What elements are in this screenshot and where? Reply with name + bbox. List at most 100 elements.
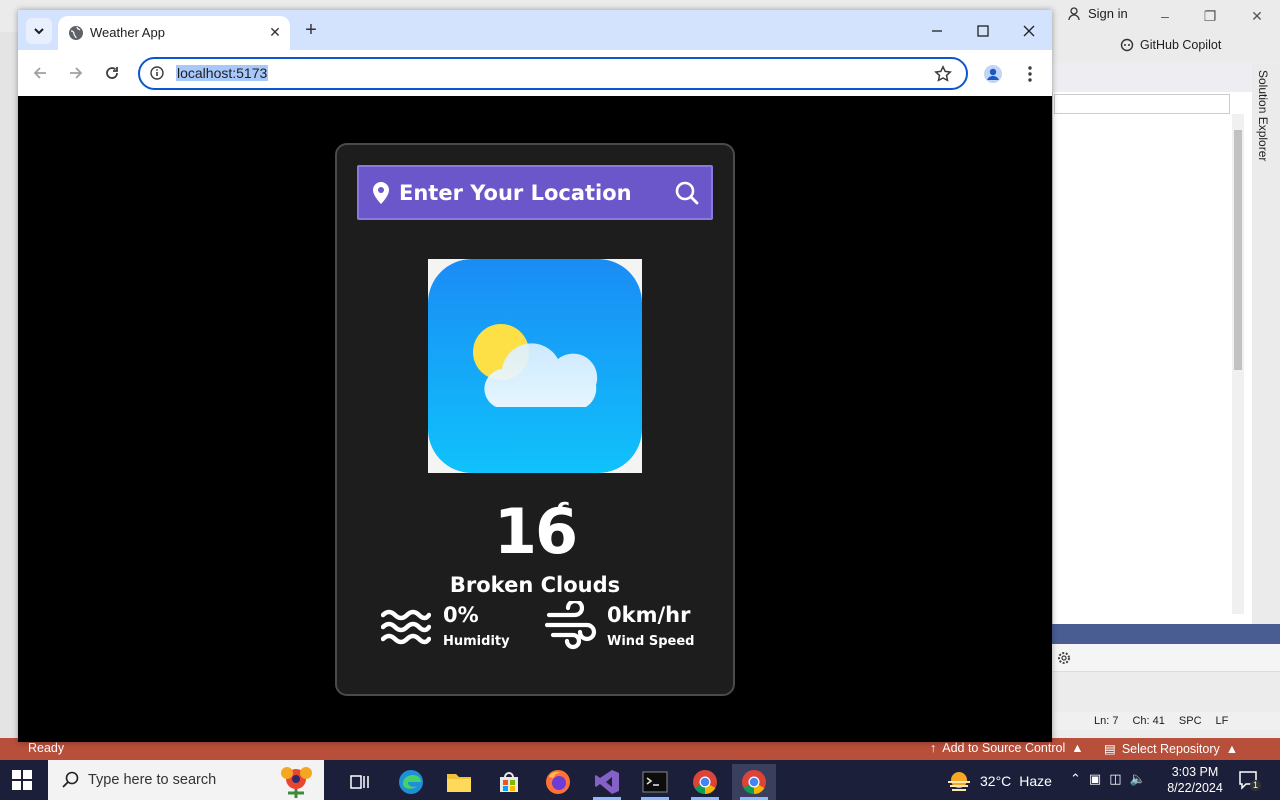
taskbar-app-terminal[interactable] xyxy=(633,764,677,800)
line-number: Ln: 7 xyxy=(1094,715,1119,727)
info-icon[interactable] xyxy=(150,66,164,80)
vs-close-button[interactable]: ✕ xyxy=(1247,6,1267,26)
taskbar-app-edge[interactable] xyxy=(389,764,433,800)
tab-strip: Weather App ✕ + xyxy=(18,10,1052,50)
humidity-label: Humidity xyxy=(443,634,510,649)
taskbar-clock[interactable]: 3:03 PM 8/22/2024 xyxy=(1160,764,1230,796)
wind-speed-value: 0km/hr xyxy=(607,603,691,627)
select-repository-button[interactable]: ▤ Select Repository ▲ xyxy=(1104,741,1239,757)
minimize-button[interactable] xyxy=(926,20,948,42)
arrow-up-icon: ↑ xyxy=(930,741,937,755)
search-button[interactable] xyxy=(673,179,703,209)
close-window-button[interactable] xyxy=(1018,20,1040,42)
page-viewport: 16 c Broken Clouds 0% Humidity 0km/hr Wi… xyxy=(18,96,1052,742)
vs-restore-button[interactable]: ❐ xyxy=(1200,6,1220,26)
tray-weather-widget[interactable]: 32°C Haze xyxy=(946,770,1052,792)
wind-speed-label: Wind Speed xyxy=(607,634,695,649)
indent-mode[interactable]: SPC xyxy=(1179,715,1202,727)
wind-icon xyxy=(545,601,597,650)
add-to-source-control-button[interactable]: ↑ Add to Source Control ▲ xyxy=(930,741,1084,755)
vs-left-dock xyxy=(0,32,18,738)
chrome-icon xyxy=(742,770,766,794)
source-control-label: Add to Source Control xyxy=(942,741,1066,755)
star-icon[interactable] xyxy=(934,65,952,83)
folder-icon xyxy=(447,774,471,792)
globe-icon xyxy=(69,26,83,40)
url-text[interactable]: localhost:5173 xyxy=(176,65,269,81)
weather-card: 16 c Broken Clouds 0% Humidity 0km/hr Wi… xyxy=(335,143,735,696)
device-icon[interactable]: ▣ xyxy=(1089,771,1101,787)
terminal-icon xyxy=(642,771,668,793)
location-pin-icon xyxy=(373,182,389,204)
chrome-icon xyxy=(693,770,717,794)
tab-close-button[interactable]: ✕ xyxy=(266,23,284,41)
haze-sun-icon xyxy=(948,772,970,791)
vs-minimize-button[interactable]: – xyxy=(1155,6,1175,26)
arrow-right-icon xyxy=(70,67,83,79)
tray-weather-condition: Haze xyxy=(1019,773,1052,789)
vs-panel-toolbar xyxy=(1052,644,1280,672)
chevron-down-icon xyxy=(34,28,44,35)
solution-explorer-dropdown[interactable] xyxy=(1054,94,1230,114)
tab-title: Weather App xyxy=(90,25,165,40)
profile-button[interactable] xyxy=(981,62,1005,86)
start-button[interactable] xyxy=(12,770,32,795)
forward-button[interactable] xyxy=(65,62,87,84)
scrollbar-thumb[interactable] xyxy=(1234,130,1242,370)
search-icon xyxy=(675,181,699,205)
clock-time: 3:03 PM xyxy=(1171,765,1219,779)
copilot-icon xyxy=(1120,38,1134,52)
taskbar-app-file-explorer[interactable] xyxy=(437,764,481,800)
browser-tab[interactable]: Weather App ✕ xyxy=(58,16,290,50)
maximize-button[interactable] xyxy=(972,20,994,42)
tab-search-button[interactable] xyxy=(26,18,52,44)
repository-icon: ▤ xyxy=(1104,742,1116,756)
status-ready: Ready xyxy=(28,741,65,755)
select-repository-label: Select Repository xyxy=(1121,741,1220,756)
taskbar-app-chrome-active[interactable] xyxy=(732,764,776,800)
edge-icon xyxy=(399,770,423,794)
taskbar-app-firefox[interactable] xyxy=(536,764,580,800)
new-tab-button[interactable]: + xyxy=(300,20,322,42)
vs-panel-title-bar xyxy=(1052,624,1280,644)
notification-center-button[interactable]: 1 xyxy=(1238,770,1261,795)
volume-icon[interactable]: 🔈 xyxy=(1130,771,1146,787)
line-ending[interactable]: LF xyxy=(1216,715,1229,727)
task-view-button[interactable] xyxy=(338,764,382,800)
clock-date: 8/22/2024 xyxy=(1167,781,1223,795)
tray-weather-temp: 32°C xyxy=(980,773,1012,789)
address-bar[interactable]: localhost:5173 xyxy=(138,57,968,90)
minimize-icon xyxy=(932,30,942,32)
solution-explorer-panel xyxy=(1052,64,1252,624)
vs-sign-in-label: Sign in xyxy=(1088,6,1128,21)
temperature-unit: c xyxy=(557,495,571,520)
humidity-value: 0% xyxy=(443,603,479,627)
arrow-left-icon xyxy=(33,67,46,79)
taskbar-app-chrome[interactable] xyxy=(683,764,727,800)
store-icon xyxy=(500,772,518,792)
taskbar-app-visual-studio[interactable] xyxy=(585,764,629,800)
temperature-value: 16 xyxy=(493,495,578,568)
caret-up-icon: ▲ xyxy=(1225,741,1239,756)
location-input[interactable] xyxy=(399,177,669,209)
reload-button[interactable] xyxy=(101,62,123,84)
task-view-icon xyxy=(350,775,369,789)
browser-menu-button[interactable] xyxy=(1018,62,1042,86)
avatar-icon xyxy=(984,65,1002,83)
reload-icon xyxy=(106,67,118,79)
taskbar-app-store[interactable] xyxy=(487,764,531,800)
column-number: Ch: 41 xyxy=(1132,715,1165,727)
back-button[interactable] xyxy=(29,62,51,84)
gear-icon[interactable] xyxy=(1056,650,1072,666)
notification-count: 1 xyxy=(1250,780,1261,791)
humidity-icon xyxy=(381,609,431,645)
browser-window: Weather App ✕ + localhost:5173 Enter You… xyxy=(18,10,1052,742)
network-icon[interactable]: ◫ xyxy=(1109,771,1121,787)
vs-sign-in-button[interactable]: Sign in xyxy=(1068,6,1128,21)
taskbar-search-box[interactable]: Type here to search xyxy=(48,760,324,800)
location-search-bar xyxy=(357,165,713,220)
chevron-up-icon[interactable]: ⌃ xyxy=(1070,771,1081,787)
solution-explorer-tab[interactable]: Solution Explorer xyxy=(1256,70,1270,161)
github-copilot-button[interactable]: GitHub Copilot xyxy=(1120,38,1221,52)
windows-taskbar: Type here to search 32°C Haze ⌃ ▣ ◫ 🔈 3:… xyxy=(0,760,1280,800)
